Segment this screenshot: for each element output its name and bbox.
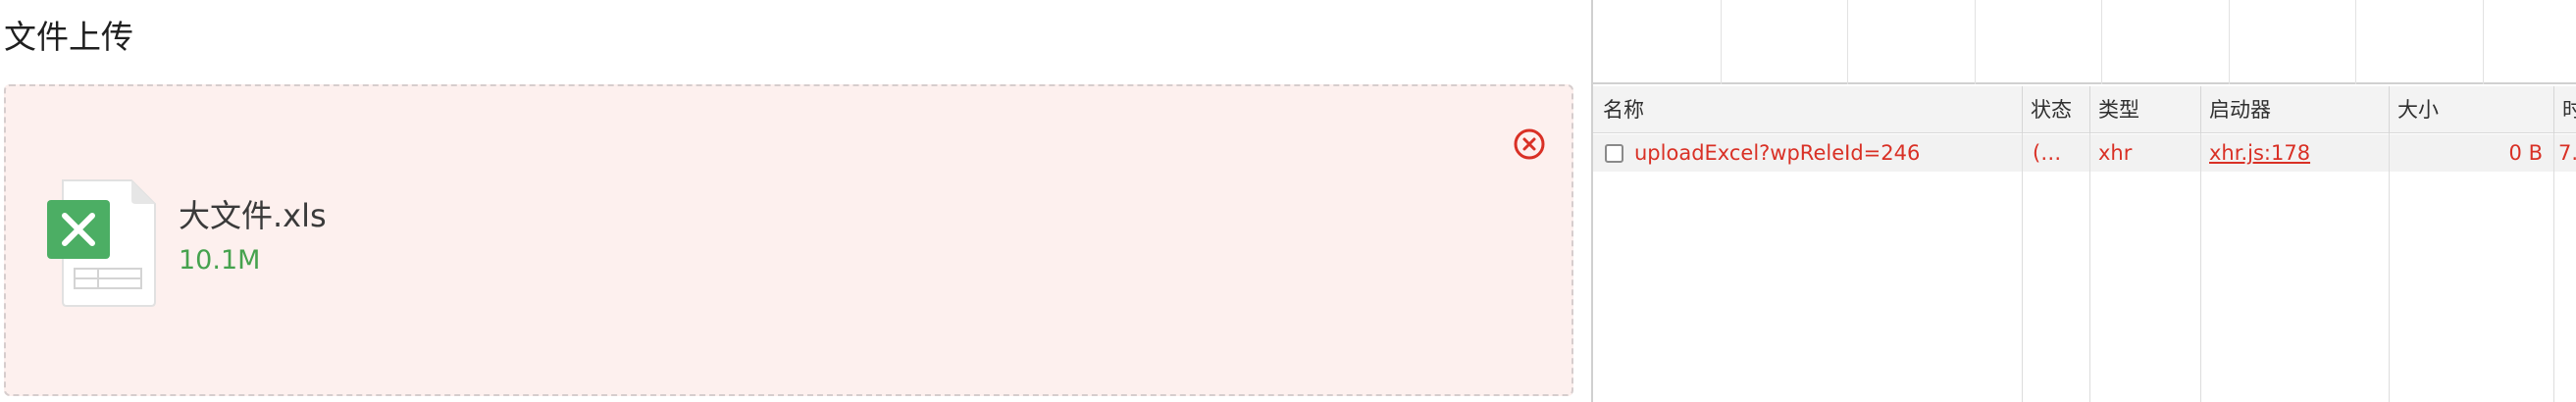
- timeline-gridline: [2101, 0, 2102, 84]
- column-header-name[interactable]: 名称: [1593, 86, 2022, 133]
- column-divider: [2022, 133, 2023, 402]
- column-divider: [2200, 133, 2201, 402]
- network-table-header: 名称 状态 类型 启动器 大小 时: [1593, 86, 2576, 133]
- timeline-gridline: [2483, 0, 2484, 84]
- timeline-gridline: [1975, 0, 1976, 84]
- remove-file-button[interactable]: [1513, 127, 1546, 161]
- request-type: xhr: [2098, 141, 2133, 165]
- column-divider: [2089, 133, 2090, 402]
- request-status: (…: [2033, 141, 2062, 165]
- timeline-gridline: [1721, 0, 1722, 84]
- timeline-gridline: [2355, 0, 2356, 84]
- network-panel: 名称 状态 类型 启动器 大小 时 uploadExcel?wpReleId=2…: [1591, 0, 2576, 402]
- timeline-gridline: [1847, 0, 1848, 84]
- file-size: 10.1M: [179, 245, 261, 276]
- close-circle-icon: [1514, 128, 1545, 160]
- request-name[interactable]: uploadExcel?wpReleId=246: [1634, 134, 2017, 172]
- timeline-gridline: [2229, 0, 2230, 84]
- file-name: 大文件.xls: [179, 197, 327, 234]
- upload-drop-zone[interactable]: 大文件.xls 10.1M: [4, 84, 1573, 396]
- column-header-time[interactable]: 时: [2553, 86, 2576, 133]
- file-upload-panel: 文件上传 大文件.xls 10.1M: [0, 0, 1587, 402]
- request-size: 0 B: [2508, 141, 2543, 165]
- column-header-initiator[interactable]: 启动器: [2200, 86, 2389, 133]
- page-title: 文件上传: [4, 18, 133, 56]
- column-divider: [2553, 133, 2554, 402]
- column-header-type[interactable]: 类型: [2089, 86, 2200, 133]
- column-header-status[interactable]: 状态: [2022, 86, 2089, 133]
- column-header-size[interactable]: 大小: [2389, 86, 2553, 133]
- request-time: 7.: [2558, 141, 2576, 165]
- table-row[interactable]: uploadExcel?wpReleId=246 (… xhr xhr.js:1…: [1593, 134, 2576, 172]
- column-divider: [2389, 133, 2390, 402]
- request-initiator-link[interactable]: xhr.js:178: [2209, 134, 2386, 172]
- row-checkbox[interactable]: [1605, 144, 1623, 163]
- excel-file-icon: [45, 178, 159, 308]
- network-timeline-overview: [1593, 0, 2576, 84]
